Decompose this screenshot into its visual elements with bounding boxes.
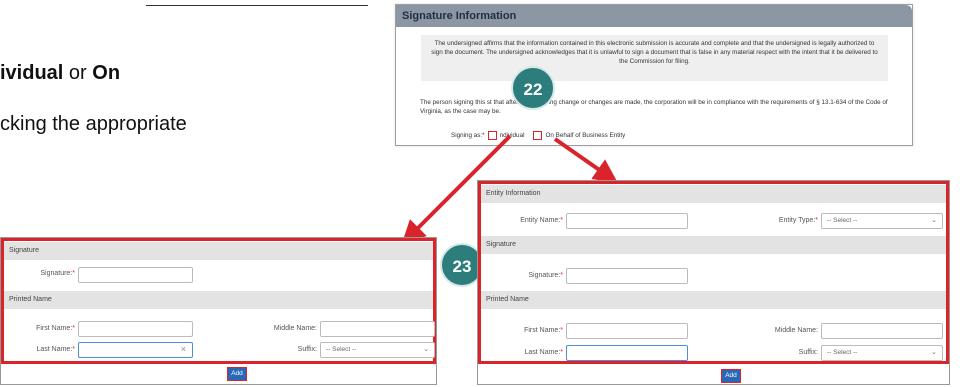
add-button[interactable]: Add — [721, 369, 741, 383]
top-divider — [146, 0, 368, 6]
first-name-input[interactable] — [566, 323, 688, 339]
chevron-down-icon: ⌄ — [931, 349, 937, 356]
signature-section-header: Signature — [481, 236, 946, 254]
entity-type-label: Entity Type:* — [778, 217, 818, 224]
add-button[interactable]: Add — [227, 367, 247, 381]
suffix-select[interactable]: -- Select -- ⌄ — [821, 345, 943, 361]
last-name-input[interactable] — [566, 345, 688, 361]
entity-type-select[interactable]: -- Select -- ⌄ — [821, 213, 943, 229]
entity-name-input[interactable] — [566, 213, 688, 229]
signing-as-label: Signing as:* — [451, 132, 485, 139]
step-badge-22: 22 — [511, 66, 555, 110]
panel-header: Signature Information — [396, 5, 912, 27]
individual-signature-form: Signature Signature:* Printed Name First… — [0, 237, 437, 385]
individual-checkbox[interactable] — [487, 131, 497, 140]
last-name-label: Last Name:* — [524, 349, 563, 356]
middle-name-label: Middle Name: — [273, 325, 317, 332]
signature-label: Signature:* — [40, 270, 75, 277]
entity-information-section-header: Entity Information — [481, 185, 946, 203]
signature-input[interactable] — [78, 267, 193, 283]
printed-name-section-header: Printed Name — [4, 291, 433, 309]
printed-name-section-header: Printed Name — [481, 291, 946, 309]
signature-input[interactable] — [566, 268, 688, 284]
last-name-label: Last Name:* — [36, 346, 75, 353]
middle-name-input[interactable] — [320, 321, 435, 337]
signature-section-header: Signature — [4, 242, 433, 260]
last-name-input[interactable]: × — [78, 342, 193, 358]
compliance-text: The person signing this st that after th… — [420, 99, 888, 115]
entity-name-label: Entity Name:* — [520, 217, 563, 224]
first-name-label: First Name:* — [36, 325, 75, 332]
middle-name-label: Middle Name: — [774, 327, 818, 334]
middle-name-input[interactable] — [821, 323, 943, 339]
instruction-line-2: cking the appropriate — [0, 113, 187, 135]
individual-option-label: ndividual — [499, 132, 525, 139]
signature-label: Signature:* — [528, 272, 563, 279]
signature-information-panel: Signature Information The undersigned af… — [395, 4, 913, 146]
entity-signature-form: Entity Information Entity Name:* Entity … — [477, 180, 950, 385]
clear-icon[interactable]: × — [181, 344, 186, 354]
business-entity-option-label: On Behalf of Business Entity — [545, 132, 626, 139]
first-name-input[interactable] — [78, 321, 193, 337]
signing-as-row: Signing as:* ndividual On Behalf of Busi… — [451, 131, 625, 140]
suffix-label: Suffix: — [297, 346, 317, 353]
chevron-down-icon: ⌄ — [423, 346, 429, 353]
suffix-label: Suffix: — [798, 349, 818, 356]
instruction-line-1: ividual or On — [0, 62, 121, 84]
first-name-label: First Name:* — [524, 327, 563, 334]
suffix-select[interactable]: -- Select -- ⌄ — [320, 342, 435, 358]
affirmation-text: The undersigned affirms that the informa… — [421, 35, 888, 81]
chevron-down-icon: ⌄ — [931, 217, 937, 224]
business-entity-checkbox[interactable] — [533, 131, 543, 140]
